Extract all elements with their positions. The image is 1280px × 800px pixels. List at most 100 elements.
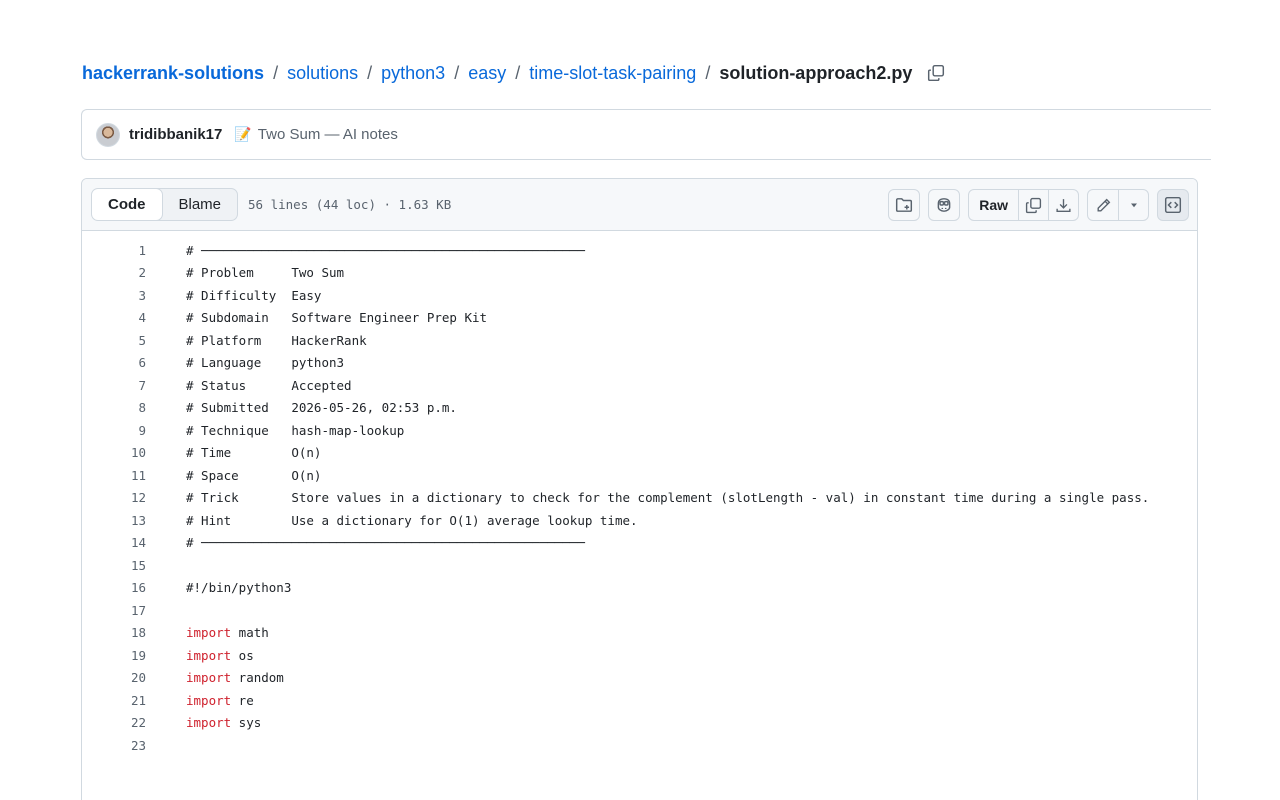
breadcrumb-separator: /: [454, 62, 460, 83]
line-number[interactable]: 17: [82, 603, 146, 618]
commit-author[interactable]: tridibbanik17: [129, 126, 222, 143]
avatar[interactable]: [96, 122, 120, 147]
code-line: 17: [82, 599, 1197, 622]
keyword-token: import: [186, 625, 232, 641]
line-content: # Status Accepted: [146, 378, 352, 393]
line-number[interactable]: 23: [82, 738, 146, 753]
line-content: # Hint Use a dictionary for O(1) average…: [146, 513, 638, 528]
line-content: # Submitted 2026-05-26, 02:53 p.m.: [146, 400, 457, 415]
line-content: # Platform HackerRank: [146, 333, 367, 348]
download-raw-button[interactable]: [1048, 190, 1078, 220]
edit-file-button[interactable]: [1088, 190, 1118, 220]
line-content: # Subdomain Software Engineer Prep Kit: [146, 310, 487, 325]
keyword-token: import: [186, 692, 232, 708]
code-text: # ──────────────────────────────────────…: [186, 242, 585, 258]
line-content: # ──────────────────────────────────────…: [146, 243, 585, 258]
code-line: 3 # Difficulty Easy: [82, 284, 1197, 307]
code-text: math: [231, 625, 269, 641]
line-content: import sys: [146, 715, 261, 730]
code-text: # ──────────────────────────────────────…: [186, 535, 585, 551]
line-number[interactable]: 9: [82, 423, 146, 438]
download-icon: [1056, 198, 1071, 212]
code-text: # Space O(n): [186, 467, 322, 483]
file-viewer: Code Blame 56 lines (44 loc) · 1.63 KB R…: [81, 178, 1198, 800]
code-text: re: [231, 692, 254, 708]
code-text: random: [231, 670, 284, 686]
copy-icon: [928, 64, 945, 82]
copilot-icon: [937, 198, 951, 212]
code-line: 11 # Space O(n): [82, 464, 1197, 487]
line-number[interactable]: 10: [82, 445, 146, 460]
line-content: # Language python3: [146, 355, 344, 370]
line-number[interactable]: 19: [82, 648, 146, 663]
line-content: # Problem Two Sum: [146, 265, 344, 280]
line-content: import os: [146, 648, 254, 663]
line-number[interactable]: 12: [82, 490, 146, 505]
line-content: # Technique hash-map-lookup: [146, 423, 404, 438]
code-line: 4 # Subdomain Software Engineer Prep Kit: [82, 307, 1197, 330]
tab-code[interactable]: Code: [92, 189, 163, 220]
file-header: Code Blame 56 lines (44 loc) · 1.63 KB R…: [82, 179, 1197, 231]
line-number[interactable]: 6: [82, 355, 146, 370]
copy-path-button[interactable]: [922, 59, 950, 87]
file-info: 56 lines (44 loc) · 1.63 KB: [248, 197, 452, 212]
raw-copy-download-group: Raw: [968, 189, 1079, 221]
copy-raw-button[interactable]: [1018, 190, 1048, 220]
code-line: 2 # Problem Two Sum: [82, 262, 1197, 285]
line-content: # Difficulty Easy: [146, 288, 321, 303]
code-line: 12 # Trick Store values in a dictionary t…: [82, 487, 1197, 510]
line-number[interactable]: 4: [82, 310, 146, 325]
code-text: # Subdomain Software Engineer Prep Kit: [186, 310, 488, 326]
code-line: 8 # Submitted 2026-05-26, 02:53 p.m.: [82, 397, 1197, 420]
line-number[interactable]: 15: [82, 558, 146, 573]
line-number[interactable]: 7: [82, 378, 146, 393]
file-toolbar: Raw: [888, 189, 1189, 221]
code-text: #!/bin/python3: [186, 580, 292, 596]
code-line: 6 # Language python3: [82, 352, 1197, 375]
edit-group: [1087, 189, 1149, 221]
line-content: import re: [146, 693, 254, 708]
line-number[interactable]: 18: [82, 625, 146, 640]
keyword-token: import: [186, 647, 232, 663]
commit-message[interactable]: Two Sum — AI notes: [258, 126, 398, 143]
line-content: # Trick Store values in a dictionary to …: [146, 490, 1149, 505]
line-number[interactable]: 2: [82, 265, 146, 280]
folder-plus-icon: [896, 198, 913, 212]
raw-button[interactable]: Raw: [969, 190, 1018, 220]
tab-blame[interactable]: Blame: [163, 189, 238, 220]
copilot-button[interactable]: [928, 189, 961, 221]
breadcrumb: hackerrank-solutions / solutions / pytho…: [82, 60, 950, 86]
triangle-down-icon: [1130, 203, 1137, 208]
copy-icon: [1025, 197, 1042, 213]
line-number[interactable]: 8: [82, 400, 146, 415]
breadcrumb-folder-easy[interactable]: easy: [468, 63, 506, 84]
line-number[interactable]: 16: [82, 580, 146, 595]
line-number[interactable]: 1: [82, 243, 146, 258]
breadcrumb-repo-link[interactable]: hackerrank-solutions: [82, 63, 264, 84]
code-line: 5 # Platform HackerRank: [82, 329, 1197, 352]
line-content: # Space O(n): [146, 468, 321, 483]
code-line: 19 import os: [82, 644, 1197, 667]
code-line: 7 # Status Accepted: [82, 374, 1197, 397]
edit-more-options-button[interactable]: [1118, 190, 1148, 220]
line-number[interactable]: 22: [82, 715, 146, 730]
line-number[interactable]: 3: [82, 288, 146, 303]
code-text: # Language python3: [186, 355, 345, 371]
symbols-panel-button[interactable]: [1157, 189, 1189, 221]
line-number[interactable]: 5: [82, 333, 146, 348]
keyword-token: import: [186, 670, 232, 686]
code-line: 1 # ─────────────────────────────────────…: [82, 239, 1197, 262]
keyword-token: import: [186, 715, 232, 731]
code-line: 18 import math: [82, 622, 1197, 645]
breadcrumb-folder-python3[interactable]: python3: [381, 63, 445, 84]
line-number[interactable]: 13: [82, 513, 146, 528]
pencil-icon: [1096, 198, 1110, 212]
line-number[interactable]: 20: [82, 670, 146, 685]
code-blame-toggle: Code Blame: [91, 188, 239, 221]
breadcrumb-folder-time-slot-task-pairing[interactable]: time-slot-task-pairing: [529, 63, 696, 84]
line-number[interactable]: 21: [82, 693, 146, 708]
line-number[interactable]: 14: [82, 535, 146, 550]
file-tree-button[interactable]: [888, 189, 921, 221]
line-number[interactable]: 11: [82, 468, 146, 483]
breadcrumb-folder-solutions[interactable]: solutions: [287, 63, 358, 84]
